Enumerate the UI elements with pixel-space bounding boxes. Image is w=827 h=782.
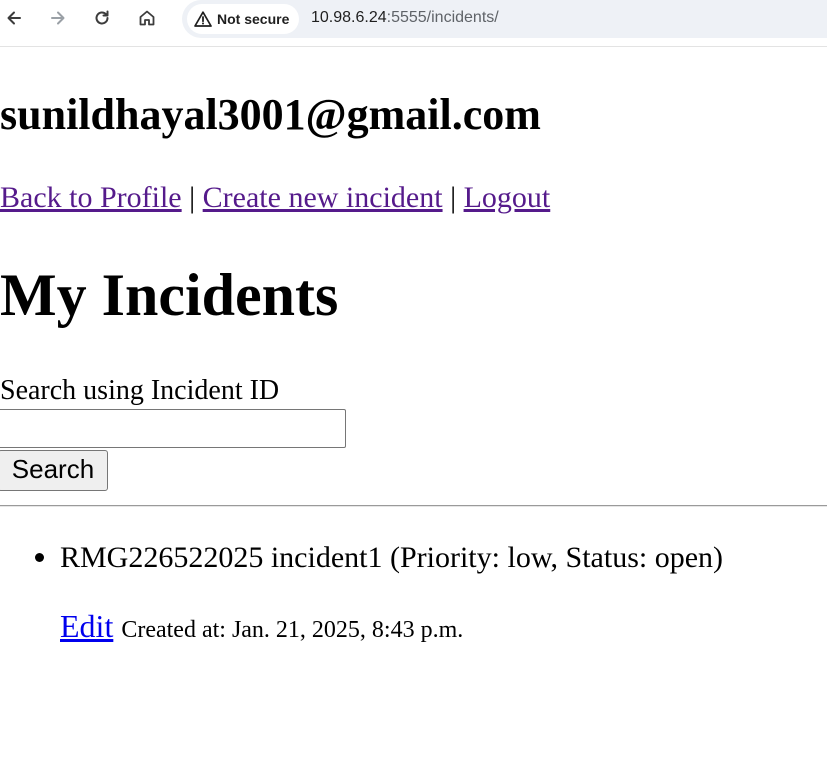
- reload-icon[interactable]: [90, 6, 114, 30]
- warning-icon: [194, 11, 212, 27]
- bullet-icon: [35, 553, 44, 562]
- page-title: My Incidents: [0, 262, 339, 328]
- home-icon[interactable]: [135, 6, 159, 30]
- nav-links: Back to Profile | Create new incident | …: [0, 180, 550, 216]
- url-text[interactable]: 10.98.6.24:5555/incidents/: [311, 9, 499, 27]
- nav-separator: |: [450, 181, 457, 214]
- security-label: Not secure: [217, 11, 290, 27]
- create-incident-link[interactable]: Create new incident: [203, 181, 443, 214]
- search-button[interactable]: Search: [0, 450, 108, 491]
- created-at-text: Created at: Jan. 21, 2025, 8:43 p.m.: [121, 617, 464, 643]
- incident-id-search-input[interactable]: [0, 409, 346, 448]
- security-chip[interactable]: Not secure: [187, 4, 299, 34]
- browser-toolbar: Not secure 10.98.6.24:5555/incidents/: [0, 0, 827, 38]
- edit-incident-link[interactable]: Edit: [60, 608, 113, 644]
- search-label: Search using Incident ID: [0, 375, 280, 406]
- nav-separator: |: [189, 181, 196, 214]
- forward-arrow-icon[interactable]: [46, 6, 70, 30]
- incident-meta: Edit Created at: Jan. 21, 2025, 8:43 p.m…: [60, 608, 463, 645]
- back-to-profile-link[interactable]: Back to Profile: [0, 181, 182, 214]
- user-email-heading: sunildhayal3001@gmail.com: [0, 90, 541, 139]
- url-path: :5555/incidents/: [386, 9, 499, 26]
- logout-link[interactable]: Logout: [464, 181, 551, 214]
- url-host: 10.98.6.24: [311, 9, 387, 26]
- incident-summary: RMG226522025 incident1 (Priority: low, S…: [60, 541, 724, 574]
- toolbar-divider: [0, 46, 827, 47]
- horizontal-rule: [0, 505, 827, 507]
- back-arrow-icon[interactable]: [2, 6, 26, 30]
